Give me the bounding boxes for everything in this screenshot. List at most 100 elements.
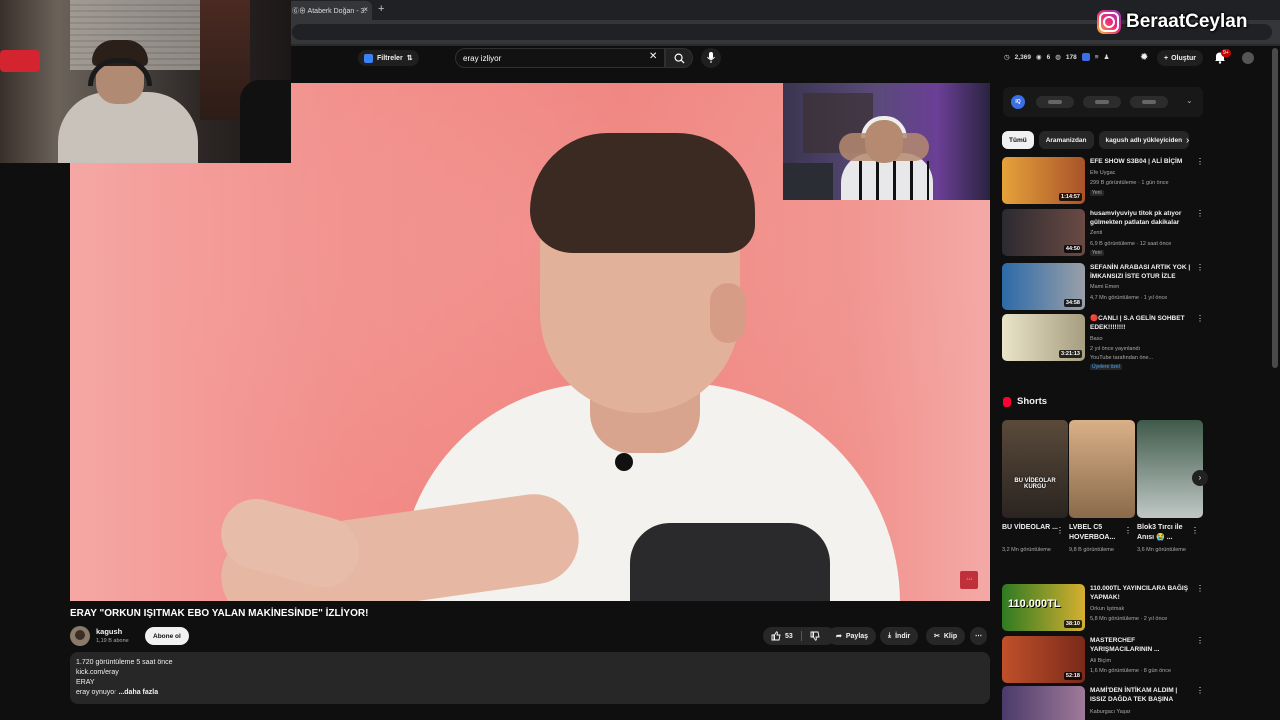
- short-overlay-text: BU VİDEOLAR KURGU: [1014, 478, 1056, 490]
- video-thumbnail[interactable]: 1:14:57: [1002, 157, 1085, 204]
- extension-icon[interactable]: [1081, 53, 1090, 61]
- rec-title[interactable]: MASTERCHEF YARIŞMACILARININ ...: [1090, 636, 1192, 654]
- kebab-menu-icon[interactable]: ⋮: [1196, 209, 1204, 218]
- duration-badge: 1:14:57: [1059, 193, 1082, 201]
- share-button[interactable]: ➦ Paylaş: [828, 627, 877, 645]
- chip-uploader[interactable]: kagush adlı yükleyiciden: [1098, 131, 1190, 149]
- description-views: 1.720 görüntüleme 5 saat önce: [76, 659, 173, 666]
- video-thumbnail[interactable]: 44:50: [1002, 209, 1085, 256]
- list-item[interactable]: MAMİ'DEN İNTİKAM ALDIM | ISSIZ DAĞDA TEK…: [1002, 686, 1202, 720]
- rec-channel[interactable]: Kaburgacı Yaşar: [1090, 708, 1192, 716]
- kebab-menu-icon[interactable]: ⋮: [1196, 157, 1204, 166]
- channel-avatar[interactable]: [70, 626, 90, 646]
- filters-button[interactable]: Filtreler ⇅: [358, 50, 419, 66]
- chip-all[interactable]: Tümü: [1002, 131, 1034, 149]
- clip-button[interactable]: ✂ Klip: [926, 627, 966, 645]
- streamer-name: BeraatCeylan: [1126, 11, 1248, 32]
- subscribe-button[interactable]: Abone ol: [145, 627, 189, 645]
- description-link[interactable]: kick.com/eray: [76, 668, 984, 678]
- list-item[interactable]: 52:18 MASTERCHEF YARIŞMACILARININ ... Al…: [1002, 636, 1204, 684]
- kebab-menu-icon[interactable]: ⋮: [1124, 526, 1132, 535]
- extension-pill-1[interactable]: [1036, 96, 1074, 108]
- channel-watermark[interactable]: ↓↓↓: [960, 571, 978, 589]
- more-actions-button[interactable]: ⋯: [970, 627, 987, 645]
- rec-meta: 2 yıl önce yayınlandı: [1090, 346, 1141, 352]
- page-scrollbar[interactable]: [1272, 48, 1278, 368]
- browser-tab[interactable]: Ⓖ⊕ Ataberk Doğan - 3. ×: [286, 1, 372, 20]
- new-badge: Yeni: [1090, 250, 1104, 256]
- puzzle-icon[interactable]: ✹: [1140, 52, 1148, 63]
- rec-meta: 5,8 Mn görüntüleme · 2 yıl önce: [1090, 616, 1168, 622]
- rec-channel[interactable]: Zenti: [1090, 229, 1192, 237]
- list-item[interactable]: 110.000TL 38:10 110.000TL YAYINCILARA BA…: [1002, 584, 1204, 632]
- thumbs-up-icon[interactable]: [771, 631, 781, 641]
- video-thumbnail[interactable]: 3:21:13: [1002, 314, 1085, 361]
- short-title[interactable]: Blok3 Tırcı ile Anısı 😭 ...: [1137, 523, 1193, 543]
- video-thumbnail[interactable]: 110.000TL 38:10: [1002, 584, 1085, 631]
- video-thumbnail[interactable]: [1002, 686, 1085, 720]
- rec-title[interactable]: 110.000TL YAYINCILARA BAĞIŞ YAPMAK!: [1090, 584, 1192, 602]
- like-dislike-group: 53: [763, 627, 835, 645]
- short-title[interactable]: BU VİDEOLAR ...: [1002, 523, 1058, 533]
- robot-icon[interactable]: ♟: [1104, 53, 1110, 61]
- tab-close-icon[interactable]: ×: [363, 5, 368, 14]
- rec-channel[interactable]: Ali Biçim: [1090, 657, 1192, 665]
- shorts-title: Shorts: [1017, 396, 1048, 407]
- stat-3: 178: [1065, 53, 1077, 61]
- rec-title[interactable]: 🔴CANLI | S.A GELİN SOHBET EDEK!!!!!!!!: [1090, 314, 1192, 332]
- like-count[interactable]: 53: [785, 633, 793, 640]
- duration-badge: 44:50: [1063, 245, 1082, 253]
- kebab-menu-icon[interactable]: ⋮: [1196, 314, 1204, 323]
- short-thumbnail[interactable]: [1137, 420, 1203, 518]
- chip-related[interactable]: Aramanizdan: [1038, 131, 1094, 149]
- list-item[interactable]: 3:21:13 🔴CANLI | S.A GELİN SOHBET EDEK!!…: [1002, 314, 1204, 374]
- new-tab-button[interactable]: +: [378, 3, 384, 15]
- streamer-camera: [783, 83, 990, 200]
- rec-title[interactable]: SEFANİN ARABASI ARTIK YOK | İMKANSIZI İS…: [1090, 263, 1192, 281]
- shorts-icon: [1003, 396, 1011, 407]
- rec-channel[interactable]: Mami Emen: [1090, 283, 1192, 291]
- description-preview: eray oynuyor ...daha fazla: [76, 688, 984, 698]
- rec-title[interactable]: husamviyuviyu titok pk atıyor gülmekten …: [1090, 209, 1192, 227]
- rec-channel[interactable]: Baso: [1090, 335, 1192, 343]
- list-item[interactable]: 1:14:57 EFE SHOW S3B04 | ALİ BİÇİM Efe U…: [1002, 157, 1204, 205]
- kebab-menu-icon[interactable]: ⋮: [1191, 526, 1199, 535]
- shorts-next-button[interactable]: ›: [1192, 470, 1208, 486]
- extension-pill-2[interactable]: [1083, 96, 1121, 108]
- blood-pressure-cuff: [630, 523, 830, 601]
- description-box[interactable]: 1.720 görüntüleme 5 saat önce kick.com/e…: [70, 652, 990, 704]
- chevron-right-icon[interactable]: ›: [1186, 135, 1189, 146]
- clear-search-icon[interactable]: ✕: [649, 51, 657, 62]
- video-thumbnail[interactable]: 34:58: [1002, 263, 1085, 310]
- video-thumbnail[interactable]: 52:18: [1002, 636, 1085, 683]
- search-button[interactable]: [665, 48, 693, 68]
- short-thumbnail[interactable]: [1069, 420, 1135, 518]
- notification-badge: 9+: [1221, 49, 1231, 57]
- voice-search-button[interactable]: [701, 48, 721, 68]
- short-thumbnail[interactable]: BU VİDEOLAR KURGU: [1002, 420, 1068, 518]
- kebab-menu-icon[interactable]: ⋮: [1196, 636, 1204, 645]
- rec-title[interactable]: MAMİ'DEN İNTİKAM ALDIM | ISSIZ DAĞDA TEK…: [1090, 686, 1192, 704]
- extension-logo-icon[interactable]: IQ: [1011, 95, 1025, 109]
- list-item[interactable]: 44:50 husamviyuviyu titok pk atıyor gülm…: [1002, 209, 1204, 257]
- rec-channel[interactable]: Orkun Işıtmak: [1090, 605, 1192, 613]
- download-button[interactable]: ⤓ İndir: [880, 627, 919, 645]
- search-input[interactable]: eray izliyor: [455, 48, 665, 68]
- rec-channel[interactable]: Efe Uygac: [1090, 169, 1192, 177]
- chevron-down-icon[interactable]: ⌄: [1186, 96, 1193, 105]
- kebab-menu-icon[interactable]: ⋮: [1056, 526, 1064, 535]
- rec-title[interactable]: EFE SHOW S3B04 | ALİ BİÇİM: [1090, 157, 1192, 166]
- list-icon[interactable]: ≡: [1095, 54, 1099, 61]
- short-title[interactable]: LVBEL C5 HOVERBOA...: [1069, 523, 1125, 543]
- thumbs-down-icon[interactable]: [810, 631, 820, 641]
- kebab-menu-icon[interactable]: ⋮: [1196, 686, 1202, 695]
- kebab-menu-icon[interactable]: ⋮: [1196, 584, 1204, 593]
- extension-pill-3[interactable]: [1130, 96, 1168, 108]
- list-item[interactable]: 34:58 SEFANİN ARABASI ARTIK YOK | İMKANS…: [1002, 263, 1204, 311]
- account-avatar[interactable]: [1242, 52, 1254, 64]
- channel-name[interactable]: kagush: [96, 627, 122, 636]
- more-icon: ⋯: [975, 633, 982, 640]
- create-button[interactable]: + Oluştur: [1157, 50, 1203, 66]
- kebab-menu-icon[interactable]: ⋮: [1196, 263, 1204, 272]
- show-more-link[interactable]: ...daha fazla: [118, 689, 158, 696]
